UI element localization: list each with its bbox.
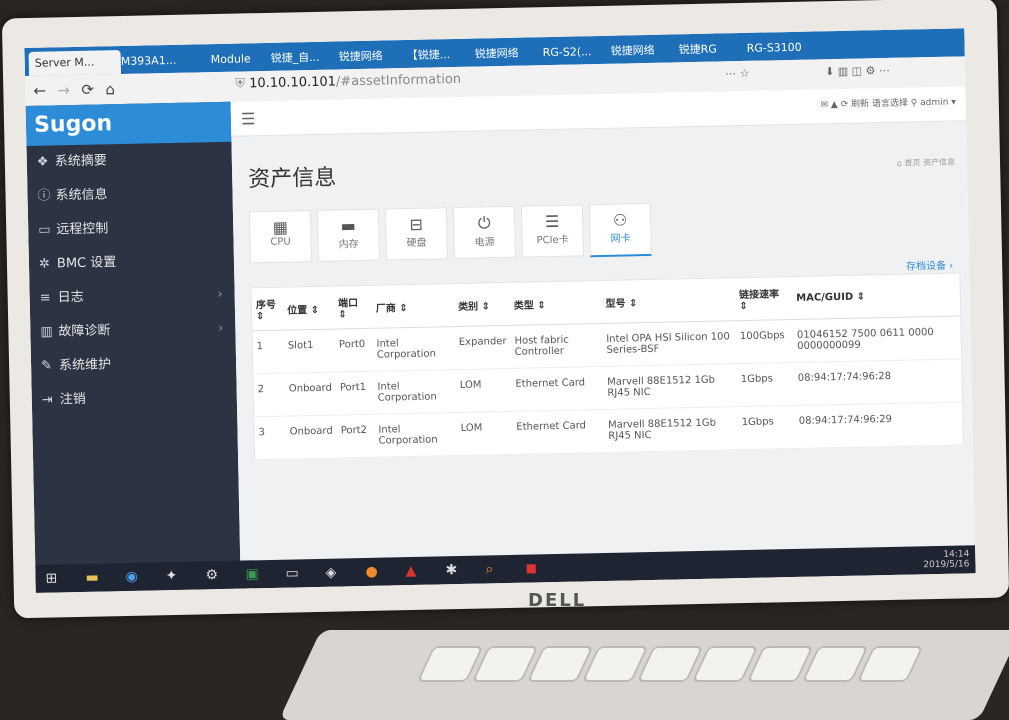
sidebar-item-bmc[interactable]: ✲ BMC 设置 xyxy=(29,244,235,282)
power-icon: ⏻ xyxy=(477,213,491,233)
breadcrumb: ⌂ 首页 资产信息 xyxy=(896,157,956,168)
browser-tab[interactable]: 锐捷_自... xyxy=(264,45,338,71)
forward-icon[interactable]: → xyxy=(57,81,70,99)
firefox-icon[interactable]: ● xyxy=(365,564,378,580)
sidebar-item-logout[interactable]: ⇥ 注销 xyxy=(31,380,237,418)
tile-power[interactable]: ⏻ 电源 xyxy=(452,205,516,260)
windows-start-icon[interactable]: ⊞ xyxy=(45,570,57,586)
back-icon[interactable]: ← xyxy=(33,82,46,100)
app-icon[interactable]: ✦ xyxy=(165,568,177,584)
col-link-speed[interactable]: 链接速率 ⇕ xyxy=(734,276,793,321)
screen: Server M... M393A1... Module 锐捷_自... 锐捷网… xyxy=(24,28,976,593)
saved-devices-link[interactable]: 存档设备 › xyxy=(906,257,953,273)
reload-icon[interactable]: ⟳ xyxy=(81,81,94,99)
nic-table: 序号 ⇕ 位置 ⇕ 端口 ⇕ 厂商 ⇕ 类别 ⇕ 类型 ⇕ 型号 ⇕ 链接速率 … xyxy=(250,272,964,461)
network-icon: ⚇ xyxy=(612,210,628,230)
col-vendor[interactable]: 厂商 ⇕ xyxy=(371,283,455,329)
url-bar[interactable]: ⛨ 10.10.10.101/#assetInformation xyxy=(235,72,461,92)
tile-disk[interactable]: ⊟ 硬盘 xyxy=(384,207,448,261)
cpu-icon: ▦ xyxy=(272,217,289,237)
page-title: 资产信息 xyxy=(247,165,337,193)
col-port[interactable]: 端口 ⇕ xyxy=(333,285,373,330)
sidebar: Sugon ❖ 系统摘要 ⓘ 系统信息 ▭ 远程控制 ✲ BMC 设置 ≡ 日志 › ▥ 故障… xyxy=(25,101,241,593)
col-type[interactable]: 类型 ⇕ xyxy=(509,280,602,326)
sidebar-item-diagnosis[interactable]: ▥ 故障诊断 › xyxy=(30,312,236,350)
browser-tab[interactable]: 锐捷网络 xyxy=(332,44,406,70)
sidebar-item-maintenance[interactable]: ✎ 系统维护 xyxy=(31,346,237,384)
sidebar-item-sysinfo[interactable]: ⓘ 系统信息 xyxy=(27,176,233,214)
system-clock[interactable]: 14:14 2019/5/16 xyxy=(923,549,969,570)
terminal-icon[interactable]: ▭ xyxy=(285,565,299,581)
search-icon[interactable]: ⌕ xyxy=(485,561,493,577)
monitor-icon: ▭ xyxy=(38,222,51,238)
file-explorer-icon[interactable]: ▬ xyxy=(85,570,99,586)
home-icon[interactable]: ⌂ xyxy=(105,80,115,98)
extension-icons[interactable]: ⬇ ▥ ◫ ⚙ ⋯ xyxy=(825,64,890,78)
excel-icon[interactable]: ▣ xyxy=(245,566,259,582)
pdf-icon[interactable]: ▲ xyxy=(405,563,416,579)
wrench-icon: ✎ xyxy=(40,358,53,374)
browser-tab[interactable]: RG-S3100 xyxy=(740,35,822,61)
browser-tab[interactable]: Server M... xyxy=(28,50,122,76)
app-icon[interactable]: ◈ xyxy=(325,565,336,581)
logout-icon: ⇥ xyxy=(41,392,53,408)
chevron-right-icon: › xyxy=(218,320,224,337)
sidebar-item-summary[interactable]: ❖ 系统摘要 xyxy=(27,142,233,180)
shield-icon: ⛨ xyxy=(235,76,250,92)
browser-tab[interactable]: 锐捷网络 xyxy=(604,38,678,64)
more-icon[interactable]: ⋯ ☆ xyxy=(725,67,750,81)
col-category[interactable]: 类别 ⇕ xyxy=(453,282,511,327)
browser-tab[interactable]: Module xyxy=(204,47,266,72)
settings-icon[interactable]: ⚙ xyxy=(205,567,218,583)
user-menu[interactable]: ✉ ▲ ⟳ 刷新 语言选择 ⚲ admin ▾ xyxy=(820,95,956,111)
col-model[interactable]: 型号 ⇕ xyxy=(601,277,736,324)
url-path: /#assetInformation xyxy=(335,71,462,90)
sidebar-item-remote[interactable]: ▭ 远程控制 xyxy=(28,210,234,248)
col-location[interactable]: 位置 ⇕ xyxy=(282,286,335,331)
disk-icon: ⊟ xyxy=(409,214,424,234)
browser-tab[interactable]: M393A1... xyxy=(115,48,207,74)
tile-nic[interactable]: ⚇ 网卡 xyxy=(588,202,652,258)
menu-toggle-icon[interactable]: ☰ xyxy=(241,109,256,128)
browser-tab[interactable]: 锐捷网络 xyxy=(468,41,542,67)
app-icon[interactable]: ◼ xyxy=(525,560,537,576)
chart-icon: ▥ xyxy=(40,324,53,340)
info-icon: ⓘ xyxy=(37,188,51,204)
browser-tab[interactable]: 【锐捷... xyxy=(400,43,474,69)
main-content: ☰ ✉ ▲ ⟳ 刷新 语言选择 ⚲ admin ▾ 资产信息 ⌂ 首页 资产信息… xyxy=(230,86,976,589)
tile-cpu[interactable]: ▦ CPU xyxy=(248,210,312,264)
tile-memory[interactable]: ▬ 内存 xyxy=(316,208,380,262)
app-icon[interactable]: ✱ xyxy=(445,562,457,578)
memory-icon: ▬ xyxy=(340,216,357,236)
tile-pcie[interactable]: ☰ PCIe卡 xyxy=(520,204,584,258)
log-icon: ≡ xyxy=(39,290,51,306)
browser-tab[interactable]: RG-S2(... xyxy=(536,40,610,66)
keyboard-key xyxy=(856,646,924,682)
dell-logo: DELL xyxy=(528,590,587,611)
sidebar-item-log[interactable]: ≡ 日志 › xyxy=(29,278,235,316)
url-host: 10.10.10.101 xyxy=(248,74,337,92)
gear-icon: ✲ xyxy=(38,256,51,272)
chevron-right-icon: › xyxy=(217,286,223,303)
browser-icon[interactable]: ◉ xyxy=(125,569,138,585)
browser-tab[interactable]: 锐捷RG xyxy=(672,37,746,63)
pcie-icon: ☰ xyxy=(544,211,560,232)
laptop-bezel: Server M... M393A1... Module 锐捷_自... 锐捷网… xyxy=(1,0,1009,619)
col-mac[interactable]: MAC/GUID ⇕ xyxy=(791,272,961,320)
col-index[interactable]: 序号 ⇕ xyxy=(251,287,284,331)
dashboard-icon: ❖ xyxy=(36,154,49,170)
keyboard xyxy=(279,630,1009,720)
brand-logo: Sugon xyxy=(25,101,232,146)
asset-category-tiles: ▦ CPU ▬ 内存 ⊟ 硬盘 ⏻ 电源 ☰ PCIe卡 ⚇ 网卡 xyxy=(248,202,652,264)
